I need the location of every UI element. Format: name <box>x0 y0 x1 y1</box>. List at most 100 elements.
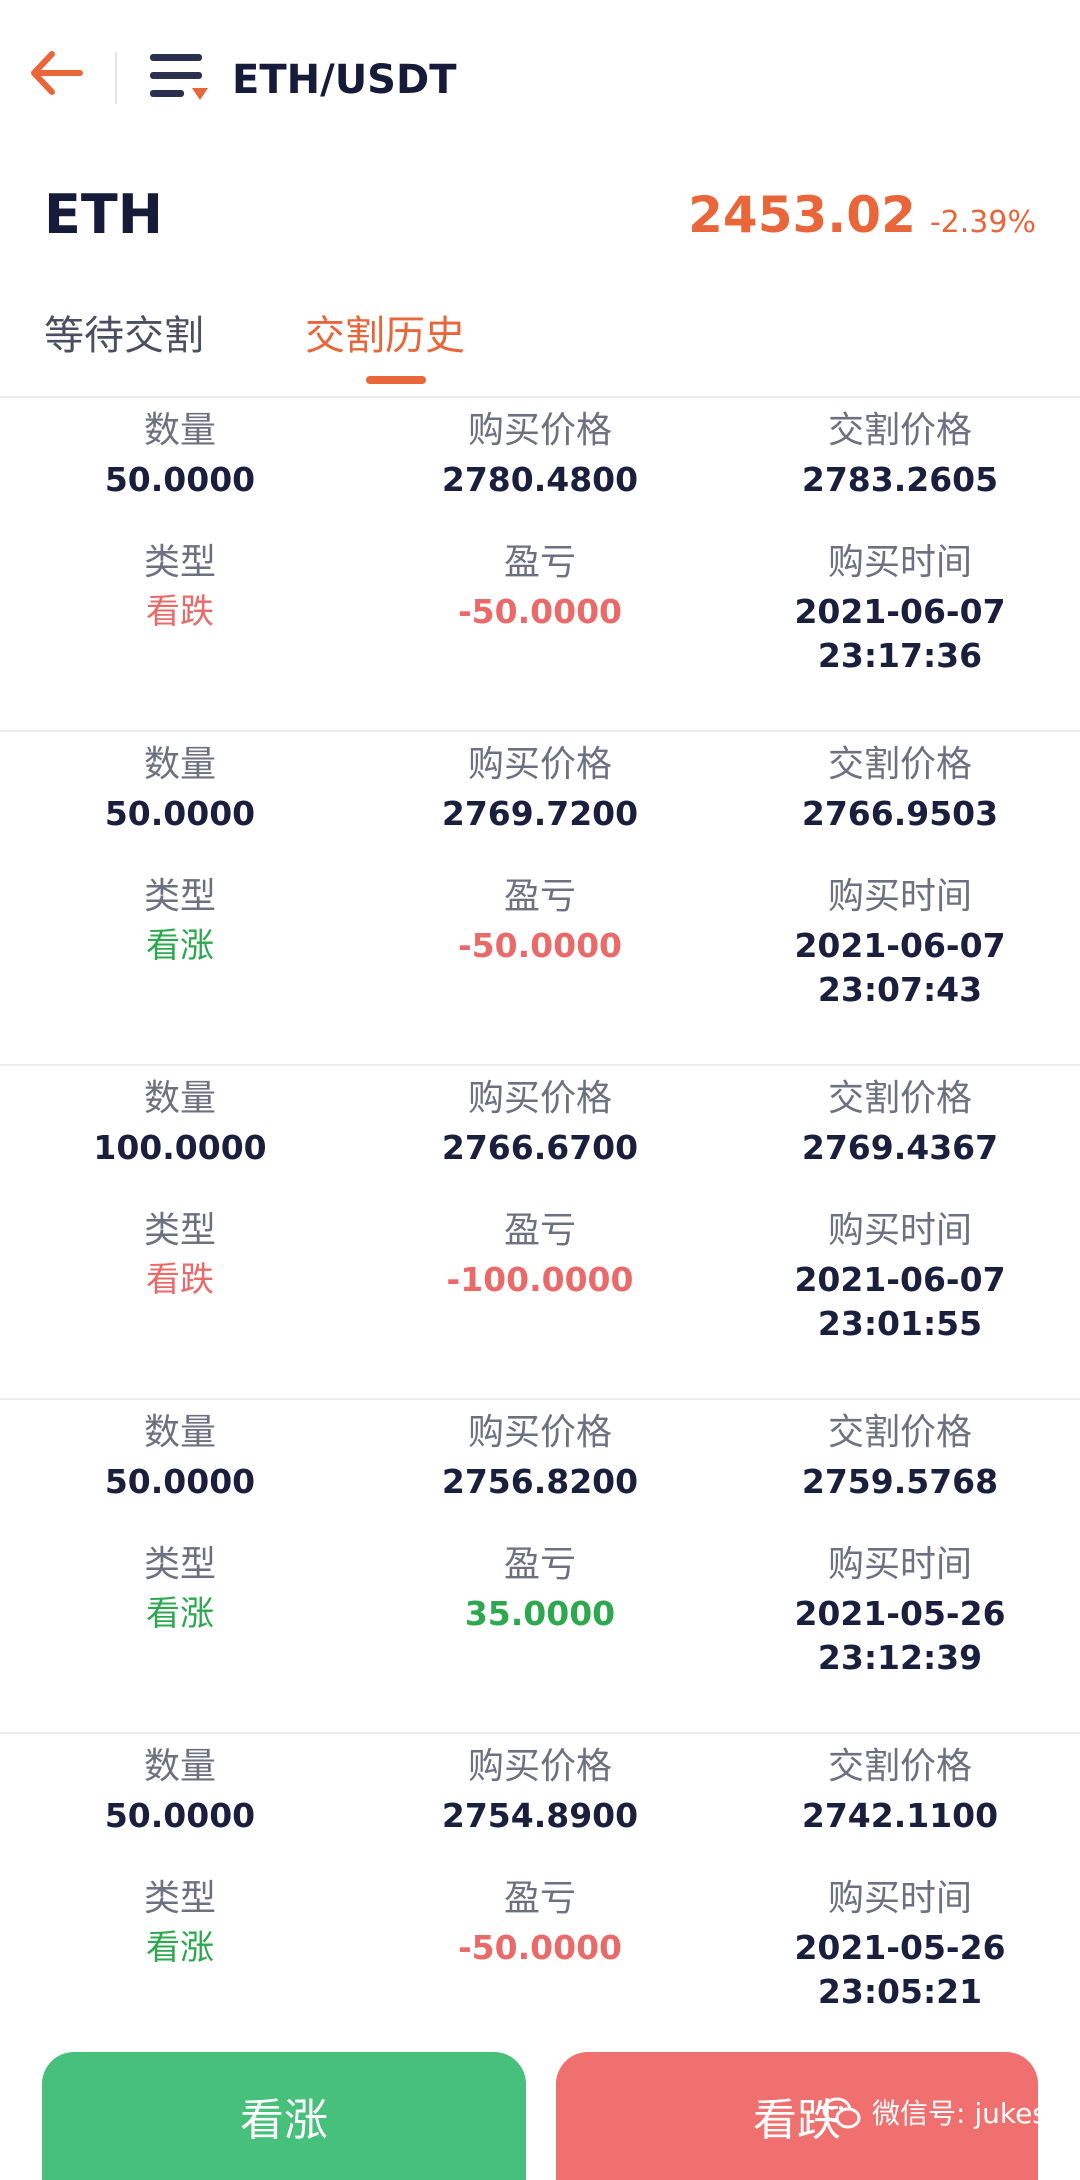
buy-up-button[interactable]: 看涨 <box>42 2052 526 2180</box>
pnl-cell: 盈亏 -100.0000 <box>370 1198 710 1302</box>
settle-price-cell: 交割价格 2766.9503 <box>730 732 1070 836</box>
type-cell: 类型 看跌 <box>10 530 350 634</box>
settle-price-cell: 交割价格 2769.4367 <box>730 1066 1070 1170</box>
settle-price-label: 交割价格 <box>827 1412 972 1453</box>
ticker-price-group: 2453.02 -2.39% <box>688 180 1036 258</box>
buy-time-cell: 购买时间 2021-05-26 23:12:39 <box>730 1532 1070 1680</box>
quantity-cell: 数量 50.0000 <box>10 1400 350 1504</box>
ticker-change: -2.39% <box>929 205 1036 240</box>
pnl-value: -50.0000 <box>457 1928 622 1967</box>
pnl-value: -100.0000 <box>446 1260 634 1299</box>
tab-delivery-history[interactable]: 交割历史 <box>305 306 465 366</box>
wechat-icon <box>822 2097 861 2129</box>
settle-price-value: 2742.1100 <box>801 1796 999 1835</box>
type-value: 看涨 <box>146 1928 214 1968</box>
buy-date-value: 2021-06-07 <box>794 592 1006 631</box>
buy-date-value: 2021-06-07 <box>794 1260 1006 1299</box>
pnl-label: 盈亏 <box>503 876 576 917</box>
type-cell: 类型 看跌 <box>10 1198 350 1302</box>
buy-time-cell: 购买时间 2021-06-07 23:01:55 <box>730 1198 1070 1346</box>
tab-pending-delivery[interactable]: 等待交割 <box>44 306 204 366</box>
settle-price-value: 2766.9503 <box>801 794 999 833</box>
type-label: 类型 <box>143 542 216 583</box>
type-value: 看跌 <box>146 592 214 632</box>
history-record: 数量 50.0000 购买价格 2754.8900 交割价格 2742.1100… <box>0 1734 1080 2068</box>
wechat-watermark: 微信号: jukesu <box>822 2094 1065 2134</box>
buy-clock-value: 23:05:21 <box>817 1972 983 2011</box>
history-record: 数量 100.0000 购买价格 2766.6700 交割价格 2769.436… <box>0 1066 1080 1400</box>
pnl-label: 盈亏 <box>503 1210 576 1251</box>
pnl-label: 盈亏 <box>503 542 576 583</box>
type-value: 看涨 <box>146 1594 214 1634</box>
quantity-value: 50.0000 <box>104 794 256 833</box>
pnl-cell: 盈亏 -50.0000 <box>370 864 710 968</box>
pair-title[interactable]: ETH/USDT <box>232 52 456 108</box>
type-label: 类型 <box>143 1878 216 1919</box>
quantity-cell: 数量 50.0000 <box>10 732 350 836</box>
header-divider <box>115 52 117 104</box>
buy-price-cell: 购买价格 2766.6700 <box>370 1066 710 1170</box>
quantity-value: 50.0000 <box>104 1462 256 1501</box>
pnl-value: -50.0000 <box>457 926 622 965</box>
buy-time-cell: 购买时间 2021-06-07 23:07:43 <box>730 864 1070 1012</box>
settle-price-cell: 交割价格 2742.1100 <box>730 1734 1070 1838</box>
buy-date-value: 2021-05-26 <box>794 1928 1006 1967</box>
quantity-cell: 数量 50.0000 <box>10 1734 350 1838</box>
buy-price-label: 购买价格 <box>467 410 612 451</box>
pnl-cell: 盈亏 -50.0000 <box>370 530 710 634</box>
pnl-label: 盈亏 <box>503 1544 576 1585</box>
buy-price-cell: 购买价格 2756.8200 <box>370 1400 710 1504</box>
buy-clock-value: 23:17:36 <box>817 636 983 675</box>
quantity-cell: 数量 50.0000 <box>10 398 350 502</box>
buy-price-value: 2754.8900 <box>441 1796 639 1835</box>
quantity-value: 100.0000 <box>93 1128 267 1167</box>
buy-price-value: 2780.4800 <box>441 460 639 499</box>
settle-price-label: 交割价格 <box>827 744 972 785</box>
settle-price-label: 交割价格 <box>827 1746 972 1787</box>
pnl-value: 35.0000 <box>464 1594 616 1633</box>
pnl-cell: 盈亏 -50.0000 <box>370 1866 710 1970</box>
history-record: 数量 50.0000 购买价格 2769.7200 交割价格 2766.9503… <box>0 732 1080 1066</box>
pair-menu-button[interactable] <box>146 48 210 108</box>
pnl-label: 盈亏 <box>503 1878 576 1919</box>
settle-price-label: 交割价格 <box>827 1078 972 1119</box>
buy-time-cell: 购买时间 2021-05-26 23:05:21 <box>730 1866 1070 2014</box>
quantity-value: 50.0000 <box>104 460 256 499</box>
type-label: 类型 <box>143 1210 216 1251</box>
type-cell: 类型 看涨 <box>10 1866 350 1970</box>
buy-price-label: 购买价格 <box>467 1412 612 1453</box>
quantity-label: 数量 <box>143 1078 216 1119</box>
settle-price-value: 2783.2605 <box>801 460 999 499</box>
buy-time-label: 购买时间 <box>827 876 972 917</box>
buy-date-value: 2021-06-07 <box>794 926 1006 965</box>
type-value: 看涨 <box>146 926 214 966</box>
active-tab-indicator <box>366 376 426 384</box>
back-button[interactable] <box>22 38 92 108</box>
arrow-left-icon <box>31 51 83 95</box>
buy-date-value: 2021-05-26 <box>794 1594 1006 1633</box>
settle-price-label: 交割价格 <box>827 410 972 451</box>
buy-price-value: 2756.8200 <box>441 1462 639 1501</box>
wechat-id-text: 微信号: jukesu <box>872 2097 1065 2130</box>
type-value: 看跌 <box>146 1260 214 1300</box>
buy-price-cell: 购买价格 2769.7200 <box>370 732 710 836</box>
buy-time-label: 购买时间 <box>827 542 972 583</box>
buy-time-label: 购买时间 <box>827 1210 972 1251</box>
buy-clock-value: 23:12:39 <box>817 1638 983 1677</box>
buy-time-label: 购买时间 <box>827 1878 972 1919</box>
history-record: 数量 50.0000 购买价格 2780.4800 交割价格 2783.2605… <box>0 398 1080 732</box>
pnl-cell: 盈亏 35.0000 <box>370 1532 710 1636</box>
buy-price-cell: 购买价格 2754.8900 <box>370 1734 710 1838</box>
buy-time-cell: 购买时间 2021-06-07 23:17:36 <box>730 530 1070 678</box>
history-record: 数量 50.0000 购买价格 2756.8200 交割价格 2759.5768… <box>0 1400 1080 1734</box>
settle-price-cell: 交割价格 2759.5768 <box>730 1400 1070 1504</box>
type-label: 类型 <box>143 876 216 917</box>
buy-price-label: 购买价格 <box>467 744 612 785</box>
buy-clock-value: 23:01:55 <box>817 1304 983 1343</box>
buy-price-value: 2766.6700 <box>441 1128 639 1167</box>
quantity-cell: 数量 100.0000 <box>10 1066 350 1170</box>
buy-price-cell: 购买价格 2780.4800 <box>370 398 710 502</box>
pnl-value: -50.0000 <box>457 592 622 631</box>
settle-price-cell: 交割价格 2783.2605 <box>730 398 1070 502</box>
buy-price-label: 购买价格 <box>467 1746 612 1787</box>
